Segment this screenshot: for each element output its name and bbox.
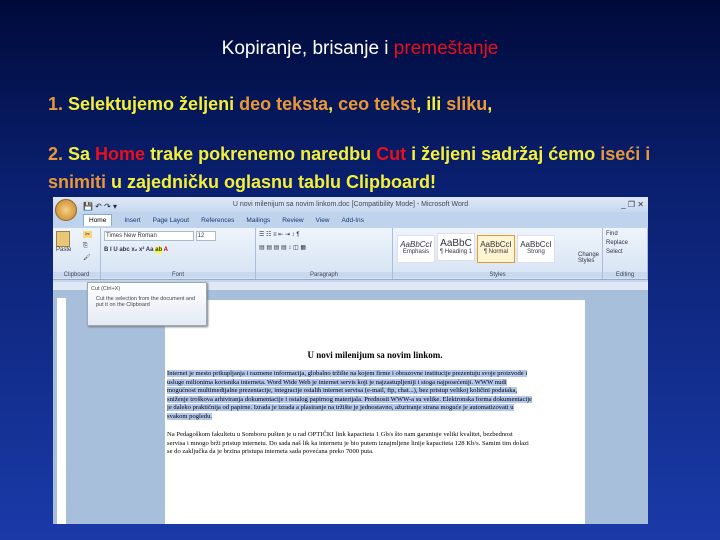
t: Cut <box>376 144 407 164</box>
group-label: Editing <box>603 272 647 278</box>
paragraph-group: ☰ ☷ ≡ ⇤ ⇥ ↕ ¶ ▤ ▤ ▤ ▤ ↕ ◫ ▦ Paragraph <box>256 228 393 279</box>
style-name: Strong <box>527 249 545 255</box>
t: i željeni sadržaj ćemo <box>406 144 601 164</box>
style-emphasis[interactable]: AaBbCcI Emphasis <box>397 235 435 263</box>
window-controls[interactable]: _ ❐ ✕ <box>621 197 644 212</box>
select-button[interactable]: Select <box>606 249 644 255</box>
doc-paragraph-1: Internet je mesto prikupljanja i razmene… <box>167 370 532 421</box>
quick-access-toolbar[interactable]: 💾 ↶ ↷ ▾ <box>83 199 117 214</box>
slide-title: Kopiranje, brisanje i premeštanje <box>0 38 720 60</box>
find-button[interactable]: Find <box>606 231 644 237</box>
t: , ili <box>416 94 447 114</box>
ribbon-tabs: Home Insert Page Layout References Maili… <box>53 212 648 228</box>
style-name: ¶ Normal <box>483 249 509 255</box>
group-label: Styles <box>393 272 602 278</box>
tab-home[interactable]: Home <box>83 214 113 226</box>
tab-view[interactable]: View <box>316 217 330 224</box>
t: trake pokrenemo naredbu <box>145 144 377 164</box>
title-bar: 💾 ↶ ↷ ▾ U novi milenijum sa novim linkom… <box>53 197 648 212</box>
font-group: Times New Roman 12 B I U abc x₂ x² Aa ab… <box>101 228 256 279</box>
doc-heading: U novi milenijum sa novim linkom. <box>307 350 443 360</box>
style-sample: AaBbC <box>440 238 472 249</box>
selected-text[interactable]: Internet je mesto prikupljanja i razmene… <box>167 370 532 420</box>
title-highlight: premeštanje <box>393 38 499 59</box>
align-buttons[interactable]: ▤ ▤ ▤ ▤ ↕ ◫ ▦ <box>259 244 389 251</box>
t: deo teksta <box>239 94 329 114</box>
cut-tooltip: Cut (Ctrl+X) Cut the selection from the d… <box>87 282 207 326</box>
change-styles-button[interactable]: Change Styles <box>578 252 600 264</box>
font-size-select[interactable]: 12 <box>195 231 216 241</box>
paste-button[interactable]: Paste <box>56 247 97 253</box>
style-sample: AaBbCcI <box>480 240 512 249</box>
font-name-select[interactable]: Times New Roman <box>104 231 194 241</box>
group-label: Clipboard <box>53 272 100 278</box>
t: sliku <box>446 94 488 114</box>
tab-review[interactable]: Review <box>282 217 303 224</box>
style-heading-1[interactable]: AaBbC ¶ Heading 1 <box>437 233 475 261</box>
t: Home <box>95 144 146 164</box>
style-name: ¶ Heading 1 <box>439 249 473 255</box>
group-label: Paragraph <box>256 272 392 278</box>
office-button[interactable] <box>55 199 77 221</box>
vertical-ruler[interactable] <box>57 298 66 524</box>
style-name: Emphasis <box>402 249 430 255</box>
paste-icon[interactable] <box>56 231 70 247</box>
font-format-buttons[interactable]: B I U abc x₂ x² Aa ab A <box>104 247 252 253</box>
t: u zajedničku oglasnu tablu Clipboard! <box>106 172 437 192</box>
t: 2. <box>48 144 69 164</box>
step-2: 2. Sa Home trake pokrenemo naredbu Cut i… <box>48 140 688 196</box>
group-label: Font <box>101 272 255 278</box>
styles-group: AaBbCcI Emphasis AaBbC ¶ Heading 1 AaBbCcI ¶ … <box>393 228 603 279</box>
copy-icon[interactable]: ⎘ <box>83 243 88 250</box>
replace-button[interactable]: Replace <box>606 240 644 246</box>
title-part: Kopiranje, brisanje i <box>221 38 394 59</box>
doc-paragraph-2: Na Pedagoškom fakultetu u Somboru pušten… <box>167 431 529 455</box>
tab-add-ins[interactable]: Add-Ins <box>342 217 364 224</box>
editing-group: Find Replace Select Editing <box>603 228 648 279</box>
step-1: 1. Selektujemo željeni deo teksta, ceo t… <box>48 94 492 115</box>
tab-page-layout[interactable]: Page Layout <box>153 217 190 224</box>
t: 1. <box>48 94 69 114</box>
document-page[interactable]: U novi milenijum sa novim linkom. Intern… <box>165 300 585 524</box>
t: ceo tekst <box>338 94 417 114</box>
format-painter-icon[interactable]: 🖌 <box>83 254 91 261</box>
cut-icon[interactable]: ✂ <box>83 231 93 238</box>
t: , <box>487 94 493 114</box>
clipboard-group: Paste ✂ ⎘ 🖌 Clipboard <box>53 228 101 279</box>
style-normal[interactable]: AaBbCcI ¶ Normal <box>477 235 515 263</box>
style-strong[interactable]: AaBbCcI Strong <box>517 235 555 263</box>
t: Sa <box>68 144 96 164</box>
ribbon: Paste ✂ ⎘ 🖌 Clipboard Times New Roman 12… <box>53 228 648 280</box>
style-sample: AaBbCcI <box>520 240 552 249</box>
word-window: 💾 ↶ ↷ ▾ U novi milenijum sa novim linkom… <box>53 197 648 524</box>
tab-references[interactable]: References <box>201 217 234 224</box>
window-title: U novi milenijum sa novim linkom.doc [Co… <box>232 201 469 208</box>
style-sample: AaBbCcI <box>400 240 432 249</box>
tooltip-body: Cut the selection from the document and … <box>96 296 196 308</box>
t: Selektujemo željeni <box>68 94 240 114</box>
tooltip-title: Cut (Ctrl+X) <box>91 286 121 292</box>
list-buttons[interactable]: ☰ ☷ ≡ ⇤ ⇥ ↕ ¶ <box>259 231 389 238</box>
t: , <box>328 94 339 114</box>
tab-insert[interactable]: Insert <box>124 217 140 224</box>
tab-mailings[interactable]: Mailings <box>246 217 270 224</box>
